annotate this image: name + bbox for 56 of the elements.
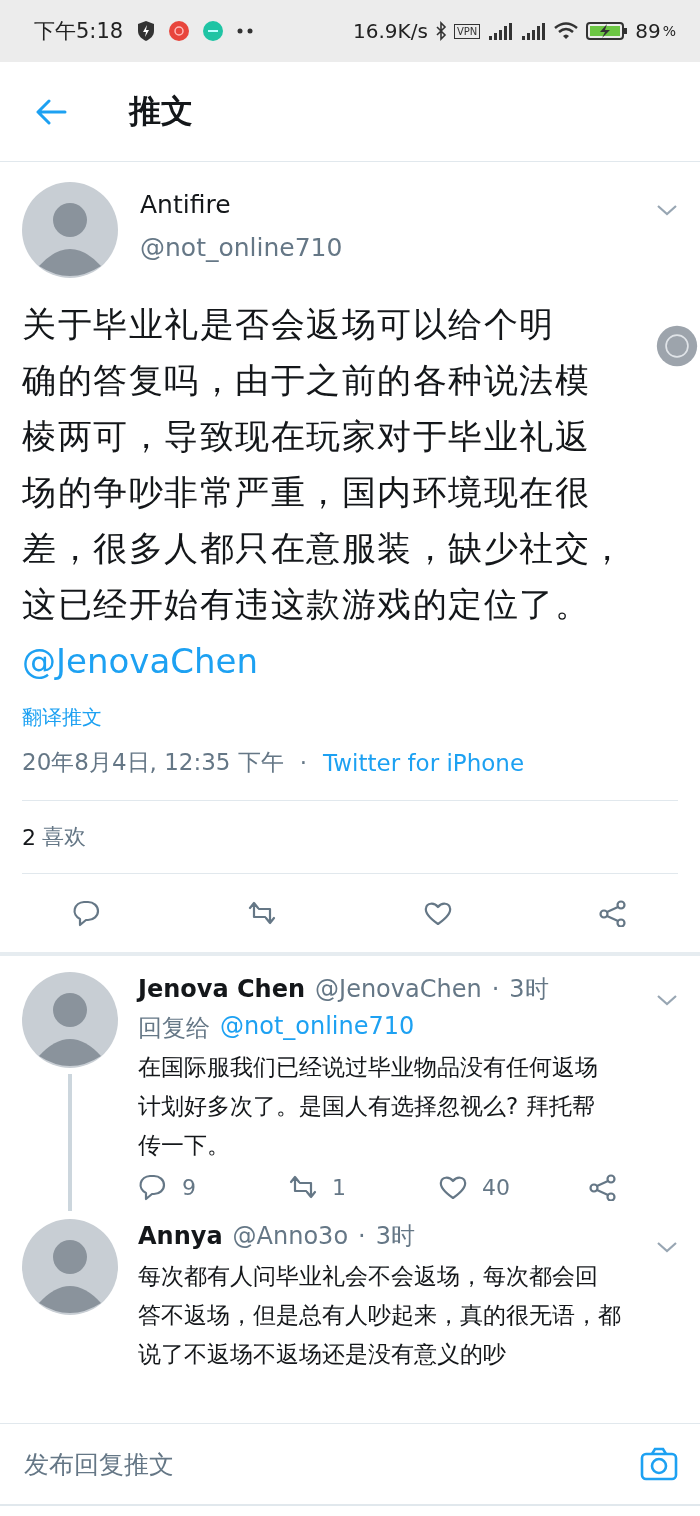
back-arrow-icon[interactable]: [35, 98, 67, 125]
separator-dot: ·: [358, 1222, 366, 1250]
chevron-down-icon[interactable]: [656, 1241, 678, 1253]
share-icon[interactable]: [588, 1173, 618, 1201]
retweet-icon[interactable]: [288, 1173, 318, 1201]
page-title: 推文: [129, 90, 193, 132]
reply-to-label: 回复给: [138, 1013, 210, 1044]
likes-label: 喜欢: [42, 823, 86, 851]
vpn-badge: VPN: [453, 23, 481, 39]
reply-icon[interactable]: [72, 899, 102, 927]
chevron-down-icon[interactable]: [656, 994, 678, 1006]
translate-link[interactable]: 翻译推文: [22, 704, 102, 731]
more-icon: [237, 28, 254, 34]
reply-text: 每次都有人问毕业礼会不会返场，每次都会回 答不返场，但是总有人吵起来，真的很无语，都 说了不返场不返场还是没有意义的吵: [138, 1262, 622, 1369]
notification-dot-icon: [203, 21, 224, 41]
likes-count: 2: [22, 824, 36, 850]
source-link[interactable]: Twitter for iPhone: [323, 749, 525, 776]
wifi-icon: [553, 21, 580, 41]
reply-text: 在国际服我们已经说过毕业物品没有任何返场 计划好多次了。是国人有选择忽视么? 拜托帮 传一下。: [138, 1053, 599, 1160]
camera-icon[interactable]: [640, 1447, 678, 1481]
reply-time: 3时: [509, 974, 550, 1005]
separator-dot: ·: [299, 749, 308, 776]
avatar-icon: [22, 1219, 118, 1315]
user-handle: @JenovaChen: [315, 975, 482, 1003]
status-time: 下午5:18: [34, 18, 124, 45]
retweet-icon[interactable]: [247, 899, 278, 927]
signal-icon: [520, 22, 547, 40]
tweet-text: 关于毕业礼是否会返场可以给个明 确的答复吗，由于之前的各种说法模 棱两可，导致现在玩家对于毕业礼返 场的争吵非常严重，国内环境现在很 差，很多人都只在意服装，缺少社交， 这已经开始有违这款游戏的定位了。: [22, 303, 626, 626]
tweet-date: 20年8月4日, 12:35 下午: [22, 748, 284, 777]
notification-dot-icon: [169, 21, 190, 41]
mention-link[interactable]: @JenovaChen: [22, 632, 258, 690]
reply-count: 9: [182, 1174, 196, 1200]
user-name: Jenova Chen: [138, 975, 306, 1003]
battery-percent: 89: [635, 19, 661, 43]
reply-icon[interactable]: [138, 1173, 168, 1201]
avatar-icon: [22, 972, 118, 1068]
reply-time: 3时: [375, 1221, 416, 1252]
user-name: Annya: [138, 1222, 223, 1250]
like-count: 40: [482, 1174, 510, 1200]
signal-icon: [487, 22, 514, 40]
user-name: Antifire: [140, 190, 232, 219]
user-handle: @Anno3o: [232, 1222, 349, 1250]
floating-button-icon[interactable]: [656, 325, 698, 367]
bluetooth-icon: [434, 21, 447, 41]
chevron-down-icon[interactable]: [656, 204, 678, 216]
avatar-icon: [22, 182, 118, 278]
percent-sign: %: [662, 23, 676, 39]
network-speed: 16.9K/s: [353, 19, 428, 43]
battery-icon: [586, 21, 629, 41]
mention-link[interactable]: @not_online710: [220, 1012, 415, 1044]
retweet-count: 1: [332, 1174, 346, 1200]
user-handle: @not_online710: [140, 233, 344, 262]
separator-dot: ·: [491, 975, 500, 1003]
reply-input[interactable]: 发布回复推文: [22, 1448, 640, 1480]
share-icon[interactable]: [598, 899, 628, 927]
shield-icon: [137, 20, 156, 42]
